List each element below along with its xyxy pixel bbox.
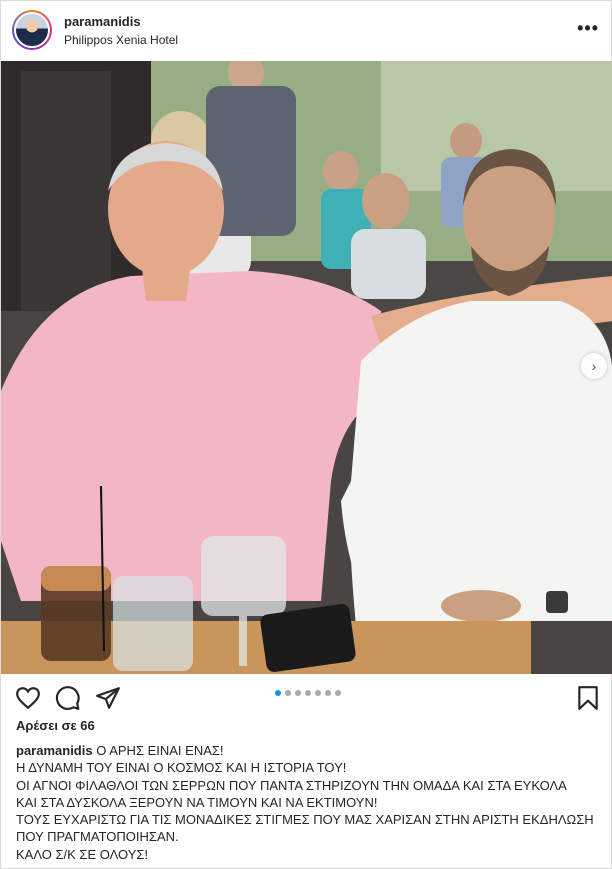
instagram-post: paramanidis Philippos Xenia Hotel ••• › … [0, 0, 612, 869]
next-photo-button[interactable]: › [581, 353, 607, 379]
username-link[interactable]: paramanidis [64, 14, 141, 29]
caption-line: Η ΔΥΝΑΜΗ ΤΟΥ ΕΙΝΑΙ Ο ΚΟΣΜΟΣ ΚΑΙ Η ΙΣΤΟΡΙ… [16, 760, 347, 776]
caption-line: ΤΟΥΣ ΕΥΧΑΡΙΣΤΩ ΓΙΑ ΤΙΣ ΜΟΝΑΔΙΚΕΣ ΣΤΙΓΜΕΣ… [16, 812, 594, 828]
bookmark-icon[interactable] [575, 685, 601, 711]
carousel-dot [325, 690, 331, 696]
avatar[interactable] [12, 10, 52, 50]
caption-line: ΠΟΥ ΠΡΑΓΜΑΤΟΠΟΙΗΣΑΝ. [16, 829, 179, 845]
more-options-icon[interactable]: ••• [577, 19, 599, 37]
heart-icon[interactable] [15, 685, 41, 711]
carousel-dot [275, 690, 281, 696]
carousel-dot [305, 690, 311, 696]
carousel-dot [315, 690, 321, 696]
caption-line: ΚΑΙ ΣΤΑ ΔΥΣΚΟΛΑ ΞΕΡΟΥΝ ΝΑ ΤΙΜΟΥΝ ΚΑΙ ΝΑ … [16, 794, 378, 810]
carousel-dot [335, 690, 341, 696]
carousel-dot [285, 690, 291, 696]
photo-image [1, 61, 612, 674]
caption-line: ΟΙ ΑΓΝΟΙ ΦΙΛΑΘΛΟΙ ΤΩΝ ΣΕΡΡΩΝ ΠΟΥ ΠΑΝΤΑ Σ… [16, 777, 567, 793]
caption-line: paramanidis Ο ΑΡΗΣ ΕΙΝΑΙ ΕΝΑΣ! [16, 742, 601, 759]
caption-username[interactable]: paramanidis [16, 743, 93, 758]
action-bar [1, 677, 612, 717]
comment-icon[interactable] [55, 685, 81, 711]
location-link[interactable]: Philippos Xenia Hotel [64, 33, 178, 47]
carousel-dot [295, 690, 301, 696]
caption-text: Ο ΑΡΗΣ ΕΙΝΑΙ ΕΝΑΣ! [92, 743, 224, 758]
avatar-image [14, 12, 50, 48]
share-icon[interactable] [95, 685, 121, 711]
caption-line: ΚΑΛΟ Σ/Κ ΣΕ ΟΛΟΥΣ! [16, 846, 149, 862]
carousel-indicator [275, 690, 341, 696]
post-header: paramanidis Philippos Xenia Hotel ••• [1, 1, 612, 61]
post-photo[interactable]: › [1, 61, 612, 674]
post-caption: paramanidis Ο ΑΡΗΣ ΕΙΝΑΙ ΕΝΑΣ! Η ΔΥΝΑΜΗ … [16, 742, 601, 863]
likes-count[interactable]: Αρέσει σε 66 [16, 718, 95, 733]
